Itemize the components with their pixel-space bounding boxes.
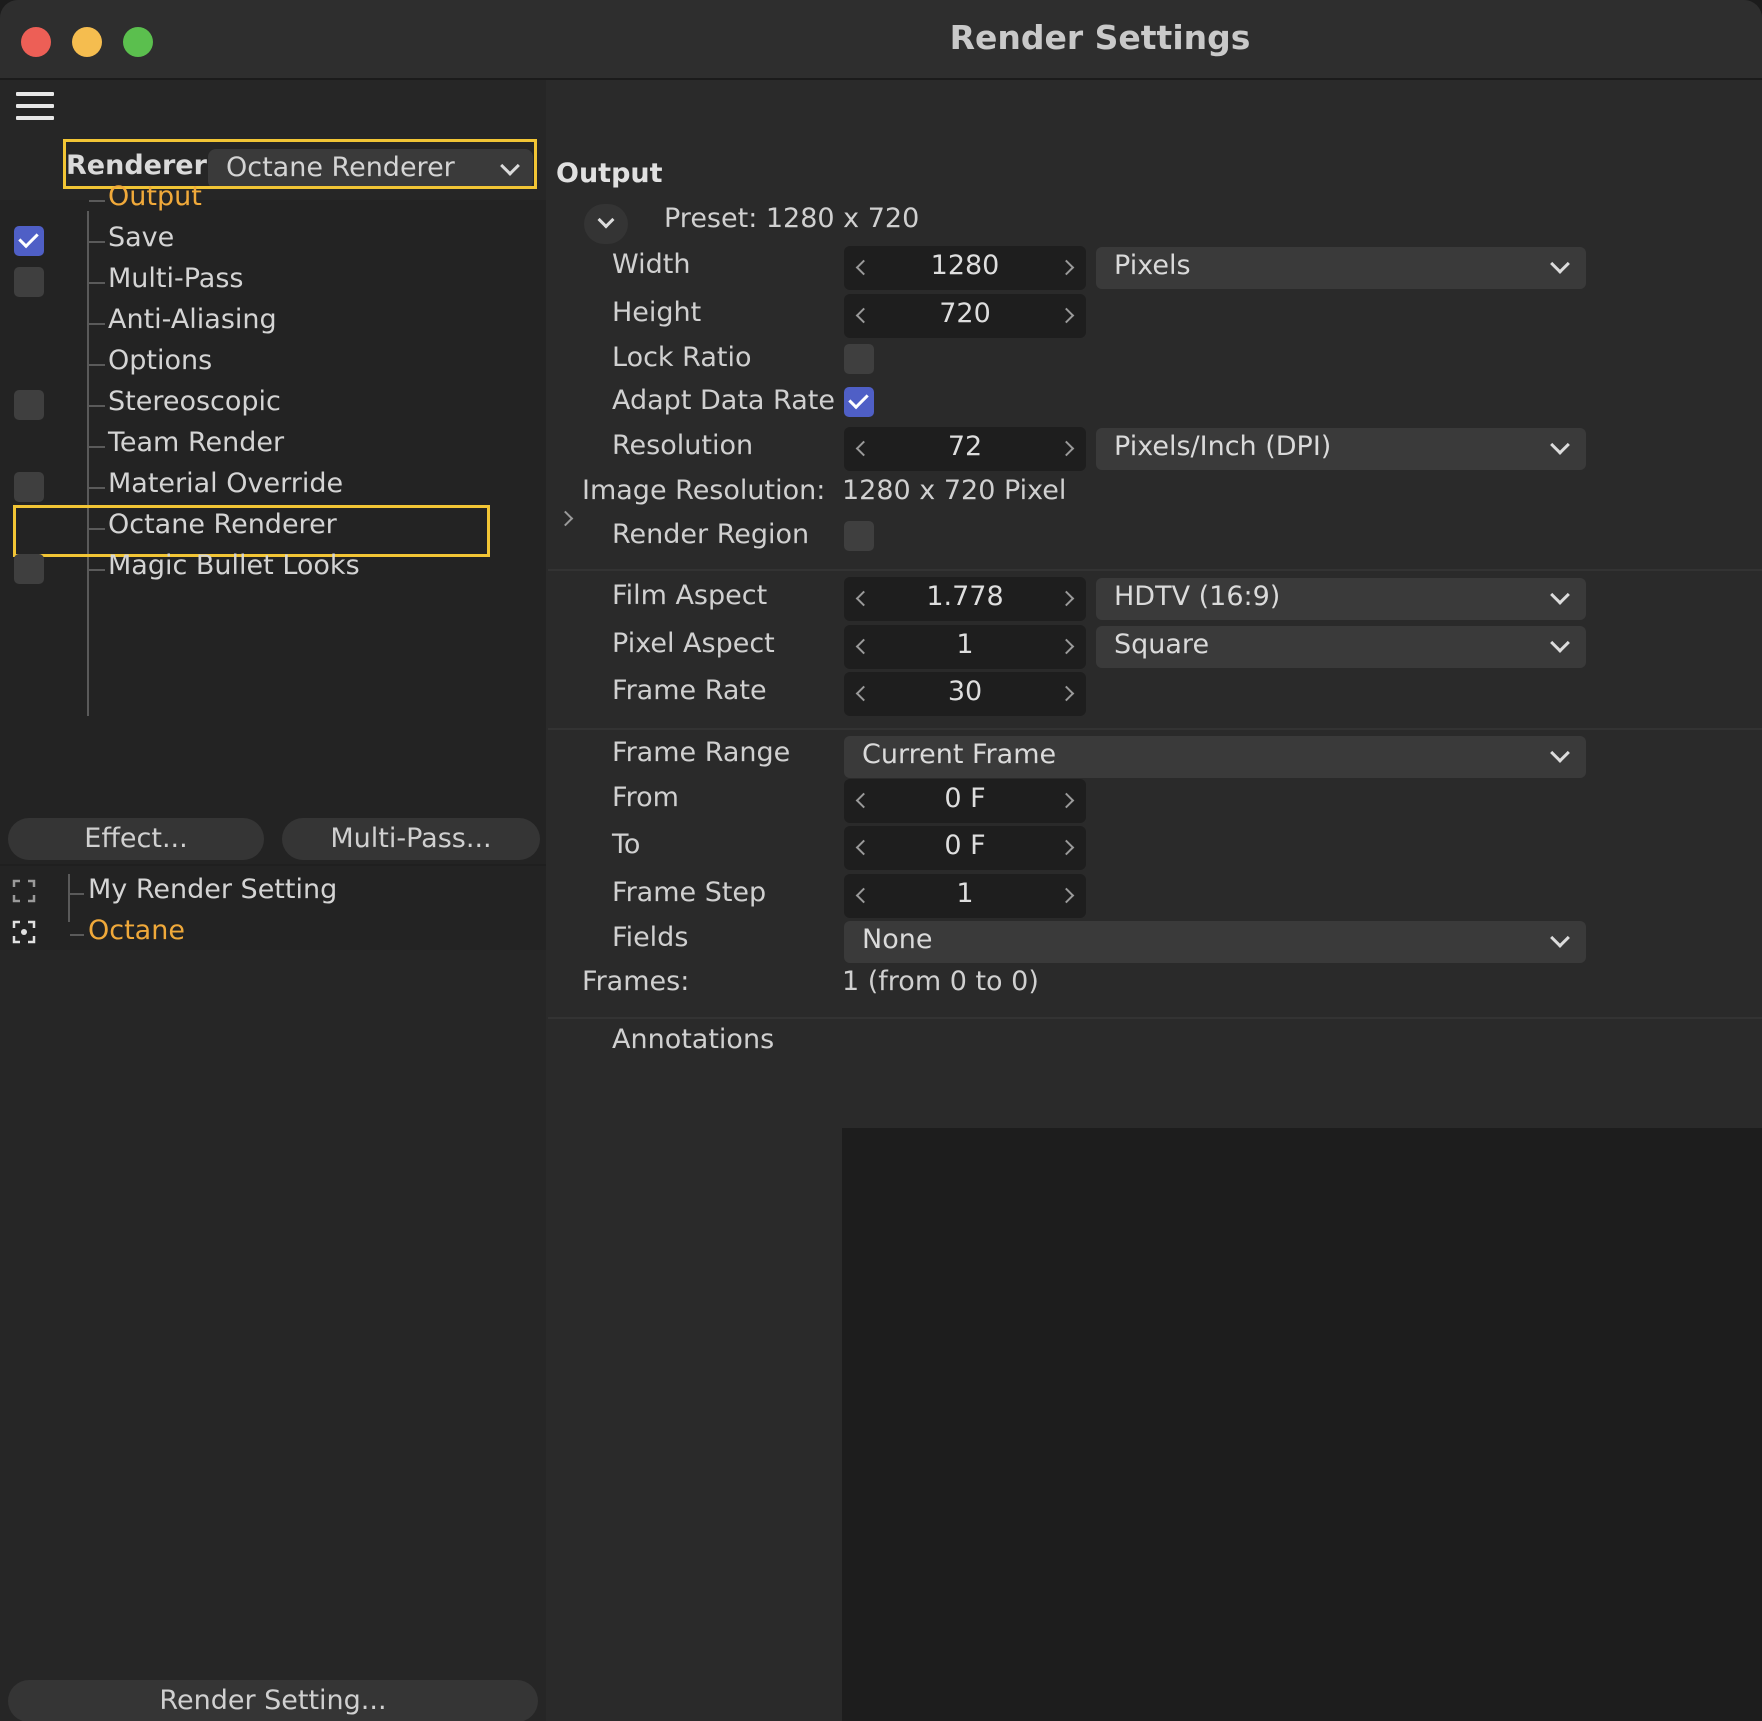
chevron-down-icon [597, 211, 615, 229]
resolution-field[interactable]: 72 [844, 427, 1086, 471]
chevron-down-icon [1550, 633, 1570, 653]
height-field[interactable]: 720 [844, 294, 1086, 338]
title-bar: Render Settings [0, 0, 1762, 80]
render-setting-octane[interactable]: Octane [88, 915, 185, 946]
tree-connector [68, 874, 70, 922]
render-settings-window: Render Settings Renderer Octane Renderer… [0, 0, 1762, 1721]
film-aspect-preset-value: HDTV (16:9) [1114, 581, 1281, 612]
to-label: To [612, 829, 641, 860]
frame-range-select[interactable]: Current Frame [844, 736, 1586, 778]
section-title: Output [556, 158, 663, 189]
height-label: Height [612, 297, 702, 328]
tree-item-save[interactable]: Save [108, 222, 174, 253]
frame-range-label: Frame Range [612, 737, 791, 768]
from-label: From [612, 782, 679, 813]
save-checkbox[interactable] [14, 226, 44, 256]
tree-item-magic-bullet-looks[interactable]: Magic Bullet Looks [108, 550, 360, 581]
frame-step-label: Frame Step [612, 877, 767, 908]
effect-button[interactable]: Effect... [8, 818, 264, 860]
width-value: 1280 [930, 250, 1000, 281]
divider [548, 728, 1762, 730]
multi-pass-checkbox[interactable] [14, 267, 44, 297]
chevron-down-icon [1550, 254, 1570, 274]
tree-item-multi-pass[interactable]: Multi-Pass [108, 263, 244, 294]
tree-item-team-render[interactable]: Team Render [108, 427, 284, 458]
frame-step-field[interactable]: 1 [844, 874, 1086, 918]
film-aspect-field[interactable]: 1.778 [844, 577, 1086, 621]
frames-label: Frames: [582, 966, 690, 997]
output-settings-panel: Output Preset: 1280 x 720 Width 1280 Pix… [548, 80, 1762, 1721]
render-setting-icon[interactable] [12, 879, 36, 903]
resolution-unit-value: Pixels/Inch (DPI) [1114, 431, 1332, 462]
to-value: 0 F [944, 830, 986, 861]
multi-pass-button[interactable]: Multi-Pass... [282, 818, 540, 860]
from-value: 0 F [944, 783, 986, 814]
chevron-down-icon [1550, 928, 1570, 948]
image-resolution-label: Image Resolution: [582, 475, 826, 506]
tree-item-material-override[interactable]: Material Override [108, 468, 343, 499]
material-override-checkbox[interactable] [14, 472, 44, 502]
image-resolution-value: 1280 x 720 Pixel [842, 475, 1067, 506]
tree-item-anti-aliasing[interactable]: Anti-Aliasing [108, 304, 277, 335]
lock-ratio-label: Lock Ratio [612, 342, 752, 373]
stereoscopic-checkbox[interactable] [14, 390, 44, 420]
chevron-down-icon [1550, 743, 1570, 763]
from-field[interactable]: 0 F [844, 779, 1086, 823]
render-setting-active-icon[interactable] [12, 920, 36, 944]
render-setting-my-render-setting[interactable]: My Render Setting [88, 874, 337, 905]
magic-bullet-looks-checkbox[interactable] [14, 554, 44, 584]
fields-value: None [862, 924, 933, 955]
divider [0, 864, 546, 866]
pixel-aspect-select[interactable]: Square [1096, 626, 1586, 668]
frame-step-value: 1 [956, 878, 974, 909]
frame-range-value: Current Frame [862, 739, 1057, 770]
adapt-data-rate-label: Adapt Data Rate [612, 385, 835, 416]
render-region-label: Render Region [612, 519, 810, 550]
pixel-aspect-field[interactable]: 1 [844, 625, 1086, 669]
frame-rate-value: 30 [947, 676, 983, 707]
film-aspect-label: Film Aspect [612, 580, 768, 611]
divider [548, 1017, 1762, 1019]
tree-item-options[interactable]: Options [108, 345, 212, 376]
preset-label: Preset: 1280 x 720 [664, 203, 920, 234]
chevron-down-icon [1550, 435, 1570, 455]
width-unit-select[interactable]: Pixels [1096, 247, 1586, 289]
chevron-down-icon [1550, 585, 1570, 605]
fields-label: Fields [612, 922, 689, 953]
film-aspect-value: 1.778 [926, 581, 1004, 612]
adapt-data-rate-checkbox[interactable] [844, 387, 874, 417]
fields-select[interactable]: None [844, 921, 1586, 963]
width-label: Width [612, 249, 691, 280]
lock-ratio-checkbox[interactable] [844, 344, 874, 374]
window-title: Render Settings [949, 18, 1251, 57]
settings-sidebar: Renderer Octane Renderer Output Save Mul… [0, 80, 546, 1721]
pixel-aspect-preset-value: Square [1114, 629, 1210, 660]
width-field[interactable]: 1280 [844, 246, 1086, 290]
film-aspect-select[interactable]: HDTV (16:9) [1096, 578, 1586, 620]
render-region-checkbox[interactable] [844, 521, 874, 551]
resolution-label: Resolution [612, 430, 754, 461]
width-unit-value: Pixels [1114, 250, 1191, 281]
resolution-unit-select[interactable]: Pixels/Inch (DPI) [1096, 428, 1586, 470]
preset-toggle-button[interactable] [584, 204, 628, 244]
menu-icon[interactable] [16, 92, 54, 122]
frame-rate-label: Frame Rate [612, 675, 767, 706]
to-field[interactable]: 0 F [844, 826, 1086, 870]
resolution-value: 72 [947, 431, 983, 462]
pixel-aspect-value: 1 [956, 629, 974, 660]
tree-connector [87, 211, 89, 716]
pixel-aspect-label: Pixel Aspect [612, 628, 775, 659]
tree-item-stereoscopic[interactable]: Stereoscopic [108, 386, 281, 417]
annotations-label: Annotations [612, 1024, 775, 1055]
tree-item-output[interactable]: Output [108, 181, 202, 212]
height-value: 720 [939, 298, 991, 329]
render-setting-button[interactable]: Render Setting... [8, 1680, 538, 1721]
frames-value: 1 (from 0 to 0) [842, 966, 1039, 997]
chevron-right-icon[interactable] [557, 510, 574, 527]
frame-rate-field[interactable]: 30 [844, 672, 1086, 716]
divider [548, 569, 1762, 571]
annotations-textarea[interactable] [842, 1128, 1762, 1721]
